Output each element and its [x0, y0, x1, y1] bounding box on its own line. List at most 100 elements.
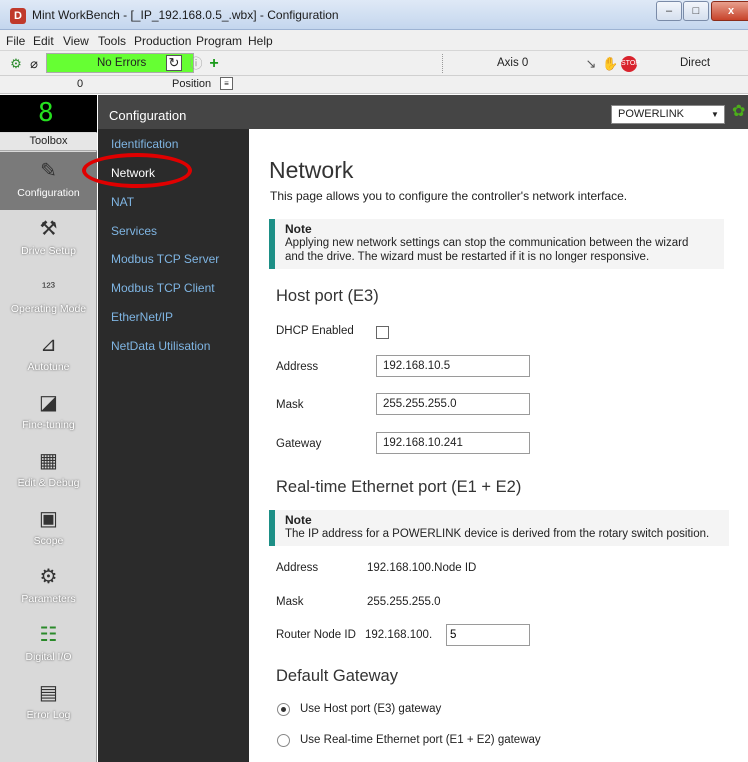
page-description: This page allows you to configure the co… [270, 189, 628, 203]
maximize-button[interactable]: □ [683, 1, 709, 21]
tool-configuration[interactable]: ✎ Configuration [0, 152, 97, 210]
host-gateway-radio[interactable] [277, 703, 290, 716]
error-status-text: No Errors [97, 57, 147, 69]
address-label: Address [276, 361, 319, 373]
tool-label: Drive Setup [21, 245, 76, 257]
stop-icon[interactable]: STOP [621, 56, 640, 72]
router-node-input[interactable] [446, 624, 530, 646]
connect-icon[interactable]: ⚙ [8, 56, 24, 72]
tool-drive-setup[interactable]: ⚒ Drive Setup [0, 210, 97, 268]
dhcp-checkbox[interactable] [376, 326, 389, 339]
gear-icon[interactable]: ✿ [732, 104, 748, 120]
nav-item-services[interactable]: Services [111, 224, 157, 238]
tool-label: Error Log [26, 709, 71, 721]
seven-segment-display: 8 [0, 95, 97, 132]
nav-item-modbus-tcp-server[interactable]: Modbus TCP Server [111, 252, 219, 266]
rt-address-value: 192.168.100.Node ID [367, 562, 477, 574]
fine-tuning-icon: ◪ [39, 392, 58, 414]
host-gateway-label[interactable]: Use Host port (E3) gateway [300, 703, 441, 715]
hand-stop-icon[interactable]: ✋ [602, 56, 618, 72]
position-label: Position [172, 78, 212, 90]
title-bar: D Mint WorkBench - [_IP_192.168.0.5_.wbx… [0, 0, 748, 30]
note-heading: Note [285, 513, 312, 527]
position-menu-icon[interactable]: ≡ [220, 77, 233, 90]
seven-segment-digit: 8 [38, 98, 54, 128]
eraser-icon[interactable]: ⌀ [26, 56, 42, 72]
tool-label: Fine-tuning [22, 419, 75, 431]
mode-label[interactable]: Direct [680, 57, 710, 69]
scope-icon: ▣ [39, 508, 58, 530]
page-title: Network [269, 157, 354, 183]
digital-io-icon: ☷ [39, 624, 58, 646]
note-box: Note Applying new network settings can s… [269, 219, 724, 269]
tool-error-log[interactable]: ▤ Error Log [0, 674, 97, 732]
note-box: Note The IP address for a POWERLINK devi… [269, 510, 729, 546]
edit-debug-icon: ▦ [39, 450, 58, 472]
address-input[interactable] [376, 355, 530, 377]
autotune-icon: ⊿ [40, 334, 57, 356]
note-heading: Note [285, 222, 312, 236]
note-text-line: Applying new network settings can stop t… [285, 237, 689, 249]
nav-item-netdata-utilisation[interactable]: NetData Utilisation [111, 339, 210, 353]
tool-edit-debug[interactable]: ▦ Edit & Debug [0, 442, 97, 500]
config-header: Configuration POWERLINK ▼ ✿ [98, 95, 748, 129]
tool-autotune[interactable]: ⊿ Autotune [0, 326, 97, 384]
dhcp-label: DHCP Enabled [276, 325, 354, 337]
jog-icon[interactable]: ↘ [583, 56, 599, 72]
nav-item-nat[interactable]: NAT [111, 195, 134, 209]
gateway-input[interactable] [376, 432, 530, 454]
toolbox-panel: 8 Toolbox ✎ Configuration ⚒ Drive Setup … [0, 95, 97, 762]
menu-view[interactable]: View [63, 34, 89, 48]
router-node-label: Router Node ID [276, 629, 356, 641]
menu-tools[interactable]: Tools [98, 34, 126, 48]
tool-operating-mode[interactable]: ¹²³ Operating Mode [0, 268, 97, 326]
realtime-port-heading: Real-time Ethernet port (E1 + E2) [276, 478, 522, 496]
app-logo-icon: D [10, 8, 26, 24]
mask-label: Mask [276, 399, 304, 411]
menu-edit[interactable]: Edit [33, 34, 54, 48]
close-button[interactable]: x [711, 1, 748, 21]
realtime-gateway-radio[interactable] [277, 734, 290, 747]
tool-digital-io[interactable]: ☷ Digital I/O [0, 616, 97, 674]
tool-label: Autotune [27, 361, 70, 373]
nav-item-ethernet-ip[interactable]: EtherNet/IP [111, 310, 173, 324]
menu-production[interactable]: Production [134, 34, 191, 48]
tool-fine-tuning[interactable]: ◪ Fine-tuning [0, 384, 97, 442]
host-port-heading: Host port (E3) [276, 287, 379, 305]
position-toolbar: 0 Position ≡ [0, 76, 748, 94]
menu-help[interactable]: Help [248, 34, 273, 48]
router-ip-prefix: 192.168.100. [365, 629, 433, 641]
minimize-button[interactable]: – [656, 1, 682, 21]
window-title: Mint WorkBench - [_IP_192.168.0.5_.wbx] … [32, 8, 339, 22]
info-icon[interactable]: ⓘ [188, 56, 204, 72]
realtime-gateway-label[interactable]: Use Real-time Ethernet port (E1 + E2) ga… [300, 734, 541, 746]
menu-program[interactable]: Program [196, 34, 242, 48]
protocol-dropdown-value: POWERLINK [618, 108, 685, 120]
tool-label: Parameters [21, 593, 76, 605]
mask-input[interactable] [376, 393, 530, 415]
tool-label: Digital I/O [25, 651, 72, 663]
axis-label[interactable]: Axis 0 [497, 57, 528, 69]
rt-address-label: Address [276, 562, 319, 574]
configuration-icon: ✎ [40, 160, 57, 182]
nav-item-identification[interactable]: Identification [111, 137, 178, 151]
tool-label: Operating Mode [10, 303, 87, 315]
highlight-annotation-oval [82, 153, 192, 188]
default-gateway-heading: Default Gateway [276, 667, 398, 685]
protocol-dropdown[interactable]: POWERLINK ▼ [611, 105, 725, 124]
position-value: 0 [77, 78, 84, 90]
tool-label: Configuration [17, 187, 80, 199]
config-title: Configuration [109, 108, 187, 123]
refresh-icon[interactable]: ↻ [166, 55, 182, 71]
tool-scope[interactable]: ▣ Scope [0, 500, 97, 558]
add-icon[interactable]: + [206, 56, 222, 72]
chevron-down-icon: ▼ [711, 110, 719, 119]
nav-item-modbus-tcp-client[interactable]: Modbus TCP Client [111, 281, 215, 295]
note-text-line: and the drive. The wizard must be restar… [285, 251, 650, 263]
tool-parameters[interactable]: ⚙ Parameters [0, 558, 97, 616]
menu-file[interactable]: File [6, 34, 25, 48]
tool-label: Edit & Debug [17, 477, 80, 489]
rt-mask-label: Mask [276, 596, 304, 608]
note-text: The IP address for a POWERLINK device is… [285, 528, 710, 540]
rt-mask-value: 255.255.255.0 [367, 596, 441, 608]
